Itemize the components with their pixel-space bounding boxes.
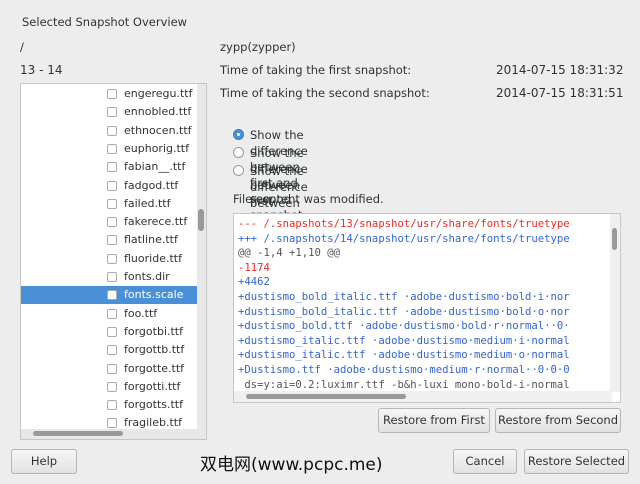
file-tree-item[interactable]: ethnocen.ttf	[21, 122, 198, 140]
file-tree-item[interactable]: engeregu.ttf	[21, 85, 198, 103]
file-checkbox[interactable]	[107, 272, 117, 282]
file-name: euphorig.ttf	[124, 141, 189, 155]
file-tree-vertical-scrollbar[interactable]	[197, 84, 206, 429]
file-tree-item[interactable]: fonts.scale	[21, 286, 198, 305]
file-name: fabian__.ttf	[124, 160, 186, 174]
second-time-value: 2014-07-15 18:31:51	[496, 86, 624, 100]
file-name: forgotte.ttf	[124, 361, 185, 375]
diff-line: +dustismo_italic.ttf ·adobe·dustismo·med…	[238, 334, 570, 347]
restore-from-second-button[interactable]: Restore from Second	[495, 408, 621, 433]
path-label: /	[20, 40, 24, 54]
file-name: fonts.dir	[124, 270, 170, 283]
scroll-thumb[interactable]	[198, 209, 204, 231]
file-name: fonts.scale	[124, 288, 184, 302]
file-tree-item[interactable]: euphorig.ttf	[21, 140, 198, 158]
file-tree-item[interactable]: fabian__.ttf	[21, 158, 198, 176]
file-checkbox[interactable]	[107, 162, 117, 173]
second-time-label: Time of taking the second snapshot:	[220, 86, 430, 100]
diff-line: -1174	[238, 261, 270, 274]
diff-line: +dustismo_bold_italic.ttf ·adobe·dustism…	[238, 305, 570, 318]
file-tree-item[interactable]: foo.ttf	[21, 305, 198, 323]
snapshot-range-label: 13 - 14	[20, 63, 63, 77]
file-checkbox[interactable]	[107, 326, 117, 337]
diff-view[interactable]: ds=y:ai=0.2:luximr.ttf -b&h-luxi mono-bo…	[233, 213, 621, 403]
snapshot-name: zypp(zypper)	[220, 40, 296, 54]
file-name: fadgod.ttf	[124, 178, 179, 192]
file-tree-item[interactable]: forgotbi.ttf	[21, 323, 198, 341]
status-text: File content was modified.	[233, 192, 384, 206]
diff-line: +dustismo_bold.ttf ·adobe·dustismo·bold·…	[238, 320, 570, 333]
file-checkbox[interactable]	[107, 363, 117, 374]
file-tree-item[interactable]: forgottb.ttf	[21, 341, 198, 359]
help-button[interactable]: Help	[11, 449, 77, 474]
file-tree-item[interactable]: ennobled.ttf	[21, 103, 198, 121]
radio-indicator[interactable]	[233, 147, 244, 158]
diff-line: ds=y:ai=0.2:luximr.ttf -b&h-luxi mono-bo…	[238, 378, 570, 391]
diff-line: +Dustismo.ttf ·adobe·dustismo·medium·r·n…	[238, 364, 570, 376]
file-checkbox[interactable]	[107, 253, 117, 264]
file-checkbox[interactable]	[107, 107, 117, 118]
file-name: failed.ttf	[124, 196, 171, 210]
file-checkbox[interactable]	[107, 418, 117, 429]
diff-vertical-scrollbar[interactable]	[610, 214, 620, 392]
file-checkbox[interactable]	[107, 235, 117, 246]
file-checkbox[interactable]	[107, 308, 117, 319]
file-tree-item[interactable]: fakerece.ttf	[21, 213, 198, 231]
scroll-thumb[interactable]	[246, 394, 406, 399]
watermark: 双电网(www.pcpc.me)	[200, 455, 383, 475]
file-name: forgotts.ttf	[124, 398, 183, 412]
file-name: fluoride.ttf	[124, 251, 182, 265]
diff-line: +dustismo_bold_italic.ttf ·adobe·dustism…	[238, 291, 570, 303]
file-tree-item[interactable]: forgotte.ttf	[21, 360, 198, 378]
file-checkbox[interactable]	[107, 290, 117, 301]
file-name: engeregu.ttf	[124, 87, 193, 100]
diff-horizontal-scrollbar[interactable]	[234, 391, 612, 402]
file-name: foo.ttf	[124, 306, 158, 320]
file-checkbox[interactable]	[107, 180, 117, 191]
file-tree-item[interactable]: flatline.ttf	[21, 231, 198, 249]
file-tree-item[interactable]: forgotti.ttf	[21, 378, 198, 396]
scroll-thumb[interactable]	[612, 228, 617, 250]
file-name: ethnocen.ttf	[124, 123, 192, 137]
file-checkbox[interactable]	[107, 400, 117, 411]
file-tree-item[interactable]: failed.ttf	[21, 195, 198, 213]
radio-indicator[interactable]	[233, 129, 244, 140]
file-name: forgotbi.ttf	[124, 324, 183, 338]
dialog-title: Selected Snapshot Overview	[22, 15, 188, 29]
diff-line: @@ -1,4 +1,10 @@	[238, 247, 341, 260]
file-tree-item[interactable]: forgotts.ttf	[21, 396, 198, 414]
diff-line: --- /.snapshots/13/snapshot/usr/share/fo…	[238, 218, 570, 230]
file-name: flatline.ttf	[124, 233, 178, 247]
diff-line: +4462	[238, 276, 270, 289]
file-checkbox[interactable]	[107, 217, 117, 228]
file-tree-item[interactable]: fluoride.ttf	[21, 250, 198, 268]
file-checkbox[interactable]	[107, 143, 117, 154]
file-checkbox[interactable]	[107, 125, 117, 136]
cancel-button[interactable]: Cancel	[453, 449, 517, 474]
file-checkbox[interactable]	[107, 89, 117, 99]
file-name: fakerece.ttf	[124, 215, 188, 229]
file-name: ennobled.ttf	[124, 105, 192, 119]
radio-indicator[interactable]	[233, 165, 244, 176]
file-checkbox[interactable]	[107, 381, 117, 392]
diff-line: +dustismo_italic.ttf ·adobe·dustismo·med…	[238, 349, 570, 362]
restore-from-first-button[interactable]: Restore from First	[378, 408, 490, 433]
file-checkbox[interactable]	[107, 345, 117, 356]
restore-selected-button[interactable]: Restore Selected	[524, 449, 629, 474]
scroll-thumb[interactable]	[33, 431, 123, 436]
diff-line: +++ /.snapshots/14/snapshot/usr/share/fo…	[238, 232, 570, 245]
file-tree-item[interactable]: fonts.dir	[21, 268, 198, 286]
first-time-label: Time of taking the first snapshot:	[220, 63, 412, 77]
file-tree-item[interactable]: fadgod.ttf	[21, 177, 198, 195]
file-name: forgotti.ttf	[124, 379, 181, 393]
file-tree-horizontal-scrollbar[interactable]	[21, 429, 206, 439]
file-tree[interactable]: fragileb.ttf forgotts.ttf forgotti.ttf forg…	[20, 83, 207, 440]
file-checkbox[interactable]	[107, 198, 117, 209]
first-time-value: 2014-07-15 18:31:32	[496, 63, 624, 77]
file-name: forgottb.ttf	[124, 343, 185, 357]
